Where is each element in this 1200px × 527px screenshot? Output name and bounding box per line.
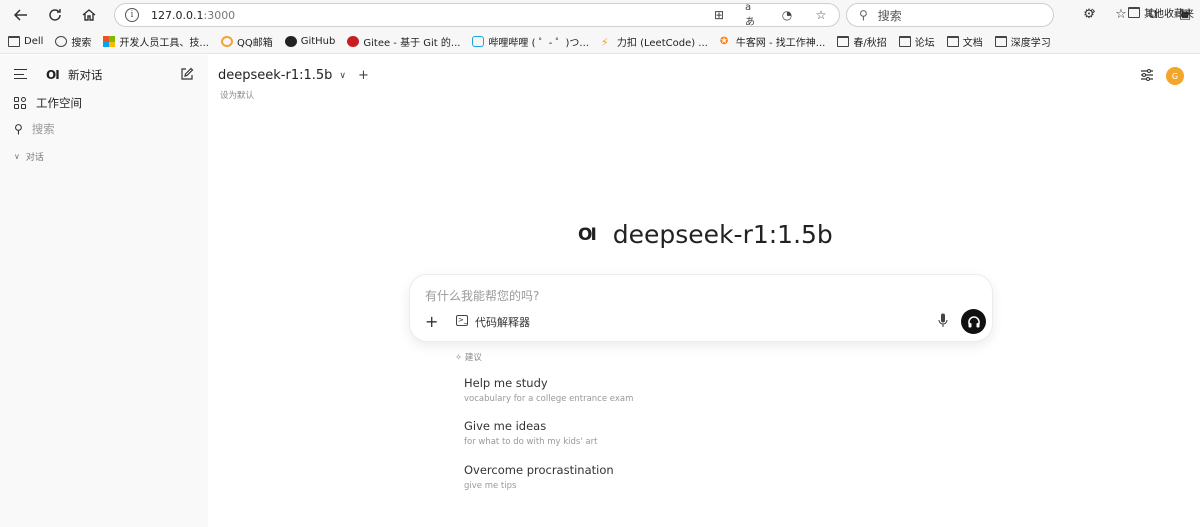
- terminal-icon[interactable]: >_: [456, 315, 468, 326]
- hero-model-title: deepseek-r1:1.5b: [612, 220, 833, 249]
- suggestion-item[interactable]: Help me study vocabulary for a college e…: [464, 376, 633, 404]
- edit-icon[interactable]: [180, 67, 194, 81]
- chevron-right-icon[interactable]: ›: [1091, 4, 1096, 18]
- voice-mode-button[interactable]: [961, 309, 986, 334]
- folder-icon: [837, 36, 850, 47]
- search-icon: ⚲: [859, 8, 868, 22]
- sidebar: OI 新对话 工作空间 ⚲ 搜索 ∨ 对话: [0, 55, 208, 527]
- github-icon: [284, 36, 297, 47]
- bookmark-item[interactable]: Dell: [8, 36, 43, 47]
- model-selector[interactable]: deepseek-r1:1.5b ∨ +: [218, 68, 369, 83]
- bookmark-item[interactable]: 哔哩哔哩 ( ゜- ゜)つ...: [472, 34, 589, 49]
- folder-icon: [946, 36, 959, 47]
- bookmarks-bar: Dell 搜索 开发人员工具、技... QQ邮箱 GitHub Gitee - 基于 Gi…: [0, 30, 1200, 54]
- bookmark-item[interactable]: 开发人员工具、技...: [103, 34, 209, 49]
- microsoft-icon: [103, 36, 116, 47]
- nowcoder-icon: ✪: [719, 36, 729, 47]
- home-icon[interactable]: [72, 1, 106, 29]
- suggestions-heading: ✧ 建议: [455, 353, 482, 363]
- settings-sliders-icon[interactable]: [1140, 68, 1154, 82]
- globe-icon: [55, 36, 68, 47]
- message-composer: 有什么我能帮您的吗? + >_ 代码解释器: [409, 274, 993, 342]
- user-avatar[interactable]: G: [1166, 67, 1184, 85]
- browser-toolbar: i 127.0.0.1:3000 ⊞ aあ ◔ ☆ ⚲ 搜索 ⚙ ☆ ⧉ ▣: [0, 0, 1200, 30]
- edge-extension-icon[interactable]: ◔: [779, 7, 795, 23]
- app-logo: OI: [46, 68, 60, 82]
- add-model-icon[interactable]: +: [358, 68, 369, 83]
- model-logo: OI: [578, 224, 597, 245]
- folder-icon: [898, 36, 911, 47]
- new-chat-button[interactable]: 新对话: [68, 67, 103, 83]
- bookmark-item[interactable]: Gitee - 基于 Git 的...: [347, 34, 460, 49]
- gitee-icon: [347, 36, 360, 47]
- folder-icon: [994, 36, 1007, 47]
- bilibili-icon: [472, 36, 485, 47]
- bookmark-item[interactable]: 搜索: [55, 34, 91, 49]
- bookmark-item[interactable]: 深度学习: [994, 34, 1051, 49]
- microphone-icon[interactable]: [938, 313, 948, 328]
- headphones-icon: [967, 315, 980, 327]
- suggestion-item[interactable]: Overcome procrastination give me tips: [464, 463, 614, 491]
- search-icon: ⚲: [14, 122, 23, 136]
- read-aloud-icon[interactable]: aあ: [745, 2, 761, 28]
- chevron-down-icon: ∨: [14, 152, 20, 161]
- site-info-icon[interactable]: i: [125, 8, 139, 22]
- workspace-grid-icon: [14, 97, 26, 109]
- code-interpreter-button[interactable]: 代码解释器: [475, 314, 530, 330]
- sidebar-section-chats[interactable]: ∨ 对话: [14, 150, 44, 163]
- bookmark-item[interactable]: QQ邮箱: [220, 34, 273, 49]
- url-text: 127.0.0.1:3000: [151, 8, 236, 22]
- bookmark-item[interactable]: ⚡ 力扣 (LeetCode) ...: [601, 34, 708, 49]
- bookmark-other[interactable]: 其他收藏夹: [1128, 5, 1194, 20]
- address-bar[interactable]: i 127.0.0.1:3000 ⊞ aあ ◔ ☆: [114, 2, 840, 28]
- bookmark-item[interactable]: ✪ 牛客网 - 找工作神...: [720, 34, 826, 49]
- chevron-down-icon[interactable]: ∨: [339, 71, 346, 81]
- bookmark-item[interactable]: 春/秋招: [837, 34, 887, 49]
- sidebar-search-input[interactable]: ⚲ 搜索: [14, 121, 55, 137]
- app-grid-icon[interactable]: ⊞: [711, 7, 727, 23]
- folder-icon: [8, 36, 20, 47]
- set-default-link[interactable]: 设为默认: [220, 89, 254, 101]
- browser-search-input[interactable]: ⚲ 搜索: [846, 3, 1054, 27]
- bookmark-item[interactable]: 论坛: [898, 34, 935, 49]
- message-input[interactable]: 有什么我能帮您的吗?: [425, 287, 539, 304]
- menu-icon[interactable]: [14, 69, 27, 79]
- suggestion-item[interactable]: Give me ideas for what to do with my kid…: [464, 419, 597, 447]
- add-attachment-icon[interactable]: +: [425, 312, 438, 331]
- qq-mail-icon: [220, 36, 233, 47]
- folder-icon: [1128, 7, 1140, 18]
- back-icon[interactable]: [4, 1, 38, 29]
- hero: OI deepseek-r1:1.5b: [578, 220, 833, 249]
- leetcode-icon: ⚡: [600, 36, 609, 49]
- reload-icon[interactable]: [38, 1, 72, 29]
- bookmark-item[interactable]: GitHub: [284, 36, 335, 47]
- sidebar-item-workspace[interactable]: 工作空间: [14, 95, 82, 111]
- bookmark-item[interactable]: 文档: [946, 34, 983, 49]
- favorite-star-icon[interactable]: ☆: [813, 7, 829, 23]
- sparkle-icon: ✧: [455, 353, 465, 363]
